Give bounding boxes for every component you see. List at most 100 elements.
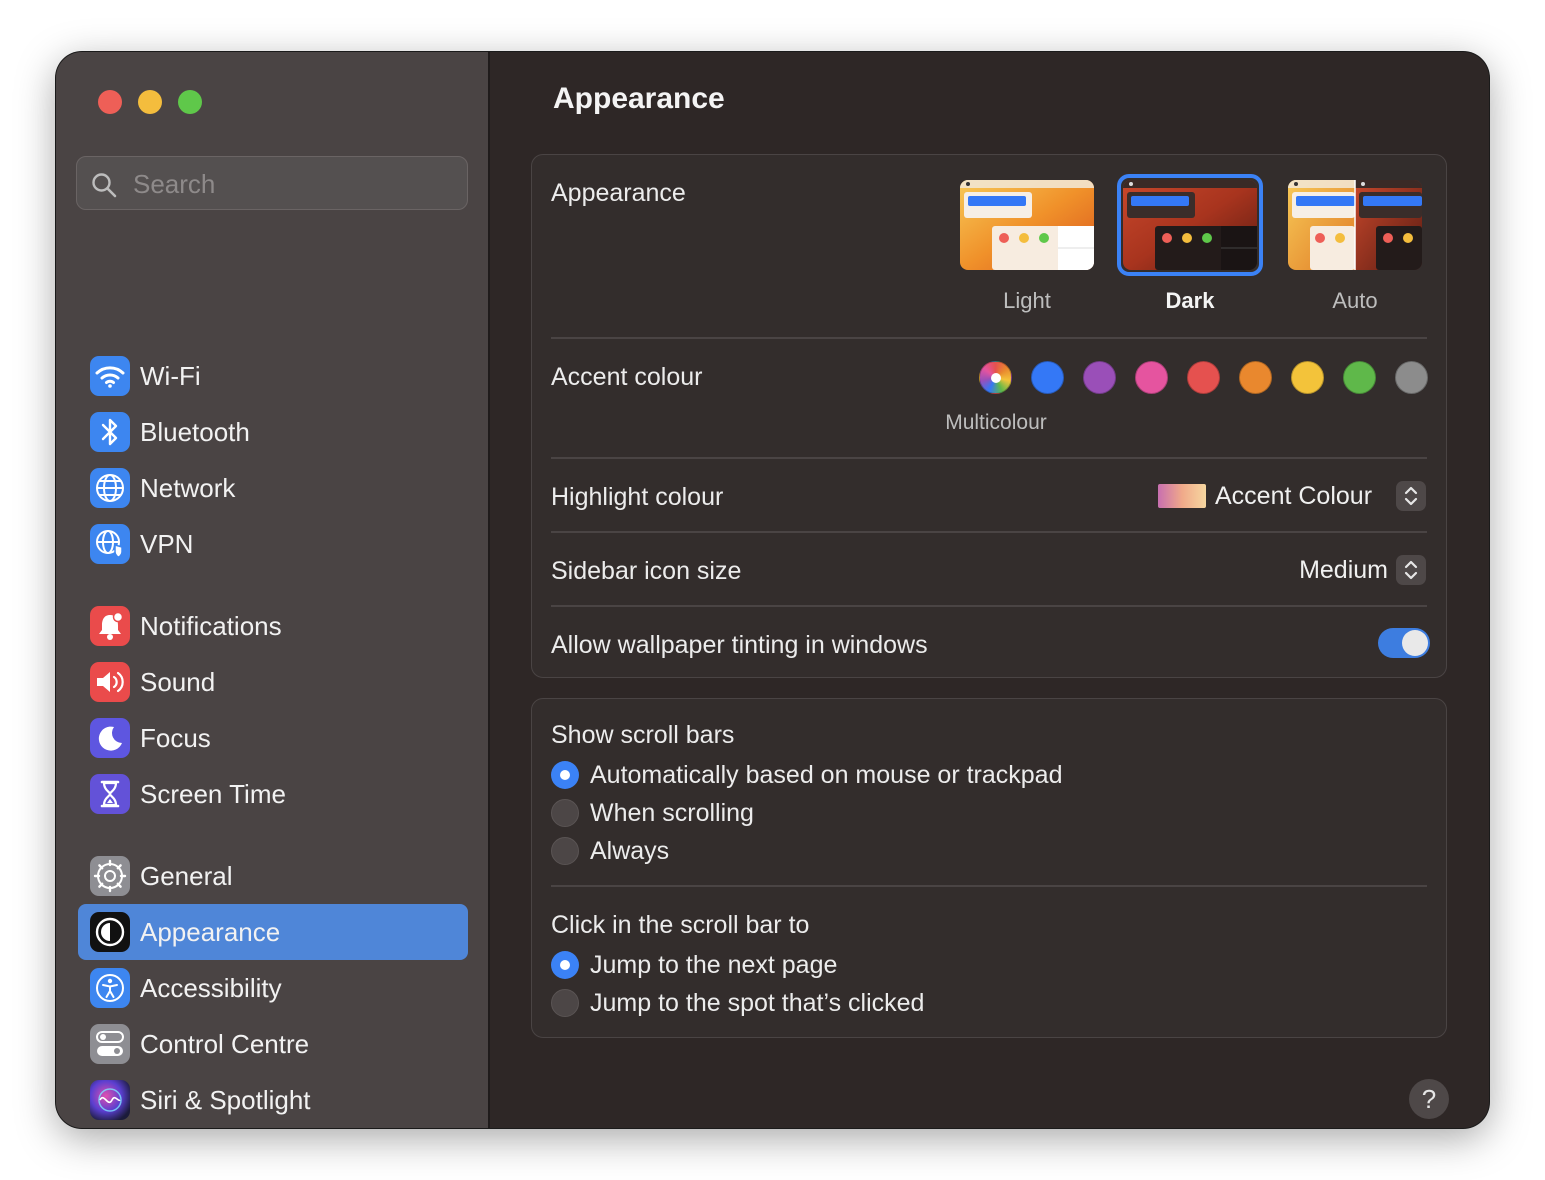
accent-swatch-orange[interactable] (1239, 361, 1272, 394)
divider (551, 605, 1427, 607)
sidebar: Wi-Fi Bluetooth Network (56, 52, 490, 1128)
radio-label: Jump to the next page (590, 951, 838, 979)
sidebar-item-label: Control Centre (140, 1029, 310, 1059)
accent-swatch-purple[interactable] (1083, 361, 1116, 394)
highlight-colour-label: Highlight colour (551, 483, 724, 511)
sidebar-item-label: Wi-Fi (140, 361, 201, 391)
divider (551, 885, 1427, 887)
sidebar-icon-size-popup[interactable]: Medium (1278, 551, 1428, 591)
sidebar-item-label: Sound (140, 667, 216, 697)
wifi-icon (90, 356, 130, 396)
sidebar-item-screen-time[interactable]: Screen Time (78, 766, 468, 822)
sidebar-item-appearance[interactable]: Appearance (78, 904, 468, 960)
sidebar-icon-size-value: Medium (1299, 556, 1388, 584)
sidebar-item-label: Accessibility (140, 973, 282, 1003)
close-window-button[interactable] (98, 90, 122, 114)
sidebar-item-network[interactable]: Network (78, 460, 468, 516)
sidebar-item-general[interactable]: General (78, 848, 468, 904)
chevron-up-down-icon (1396, 555, 1426, 585)
click-scroll-bar-label: Click in the scroll bar to (551, 911, 810, 939)
vpn-globe-shield-icon (90, 524, 130, 564)
search-field[interactable] (76, 156, 468, 210)
radio-label: Always (590, 837, 670, 865)
radio-label: When scrolling (590, 799, 754, 827)
accent-swatch-multicolour[interactable] (979, 361, 1012, 394)
moon-icon (90, 718, 130, 758)
sidebar-item-bluetooth[interactable]: Bluetooth (78, 404, 468, 460)
gear-icon (90, 856, 130, 896)
highlight-colour-value: Accent Colour (1215, 482, 1373, 510)
radio-button[interactable] (551, 761, 579, 789)
scroll-bar-settings-card: Show scroll bars Automatically based on … (531, 698, 1447, 1038)
wallpaper-tinting-label: Allow wallpaper tinting in windows (551, 631, 928, 659)
search-icon (92, 173, 117, 198)
divider (551, 531, 1427, 533)
toggles-icon (90, 1024, 130, 1064)
appearance-option-dark[interactable] (1123, 180, 1257, 270)
toggle-knob (1402, 630, 1428, 656)
show-scroll-bars-label: Show scroll bars (551, 721, 735, 749)
radio-label: Automatically based on mouse or trackpad (590, 761, 1063, 789)
accent-swatch-pink[interactable] (1135, 361, 1168, 394)
accent-swatch-green[interactable] (1343, 361, 1376, 394)
radio-button[interactable] (551, 989, 579, 1017)
sidebar-item-vpn[interactable]: VPN (78, 516, 468, 572)
highlight-colour-preview (1158, 484, 1206, 508)
speaker-icon (90, 662, 130, 702)
settings-window: Wi-Fi Bluetooth Network (56, 52, 1489, 1128)
help-button[interactable]: ? (1409, 1079, 1449, 1119)
search-input[interactable] (131, 165, 455, 203)
wallpaper-tinting-toggle[interactable] (1378, 628, 1430, 658)
hourglass-icon (90, 774, 130, 814)
sidebar-item-wifi[interactable]: Wi-Fi (78, 348, 468, 404)
sidebar-item-label: General (140, 861, 233, 891)
sidebar-item-notifications[interactable]: Notifications (78, 598, 468, 654)
sidebar-item-label: Appearance (140, 917, 281, 947)
siri-icon (90, 1080, 130, 1120)
bell-icon (90, 606, 130, 646)
sidebar-item-label: Network (140, 473, 236, 503)
accent-swatch-graphite[interactable] (1395, 361, 1428, 394)
minimize-window-button[interactable] (138, 90, 162, 114)
sidebar-item-label: VPN (140, 529, 194, 559)
appearance-option-auto-label: Auto (1332, 288, 1378, 313)
accent-colour-label: Accent colour (551, 363, 703, 391)
globe-icon (90, 468, 130, 508)
accent-swatch-yellow[interactable] (1291, 361, 1324, 394)
sidebar-item-accessibility[interactable]: Accessibility (78, 960, 468, 1016)
swatch-selected-dot (991, 373, 1001, 383)
accent-swatch-blue[interactable] (1031, 361, 1064, 394)
sidebar-item-label: Notifications (140, 611, 282, 641)
appearance-option-auto[interactable] (1288, 180, 1422, 270)
sidebar-icon-size-label: Sidebar icon size (551, 557, 742, 585)
accent-swatch-red[interactable] (1187, 361, 1220, 394)
chevron-up-down-icon (1396, 481, 1426, 511)
sidebar-item-label: Bluetooth (140, 417, 250, 447)
sidebar-item-sound[interactable]: Sound (78, 654, 468, 710)
zoom-window-button[interactable] (178, 90, 202, 114)
appearance-icon (90, 912, 130, 952)
sidebar-item-siri-spotlight[interactable]: Siri & Spotlight (78, 1072, 468, 1128)
radio-button[interactable] (551, 799, 579, 827)
radio-button[interactable] (551, 837, 579, 865)
bluetooth-icon (90, 412, 130, 452)
sidebar-item-label: Siri & Spotlight (140, 1085, 311, 1115)
divider (551, 337, 1427, 339)
sidebar-item-focus[interactable]: Focus (78, 710, 468, 766)
main-content: Appearance Appearance Light Dark Auto Ac… (490, 52, 1489, 1128)
appearance-option-light[interactable] (960, 180, 1094, 270)
accent-selected-caption: Multicolour (945, 411, 1047, 434)
radio-label: Jump to the spot that’s clicked (590, 989, 925, 1017)
sidebar-item-label: Focus (140, 723, 211, 753)
appearance-label: Appearance (551, 179, 686, 207)
appearance-option-light-label: Light (1003, 288, 1051, 313)
appearance-settings-card: Appearance Light Dark Auto Accent colour… (531, 154, 1447, 678)
accessibility-icon (90, 968, 130, 1008)
highlight-colour-popup[interactable]: Accent Colour (1158, 477, 1428, 517)
divider (551, 457, 1427, 459)
sidebar-item-control-centre[interactable]: Control Centre (78, 1016, 468, 1072)
page-title: Appearance (553, 82, 725, 115)
appearance-option-dark-label: Dark (1165, 288, 1215, 313)
radio-button[interactable] (551, 951, 579, 979)
sidebar-item-label: Screen Time (140, 779, 286, 809)
